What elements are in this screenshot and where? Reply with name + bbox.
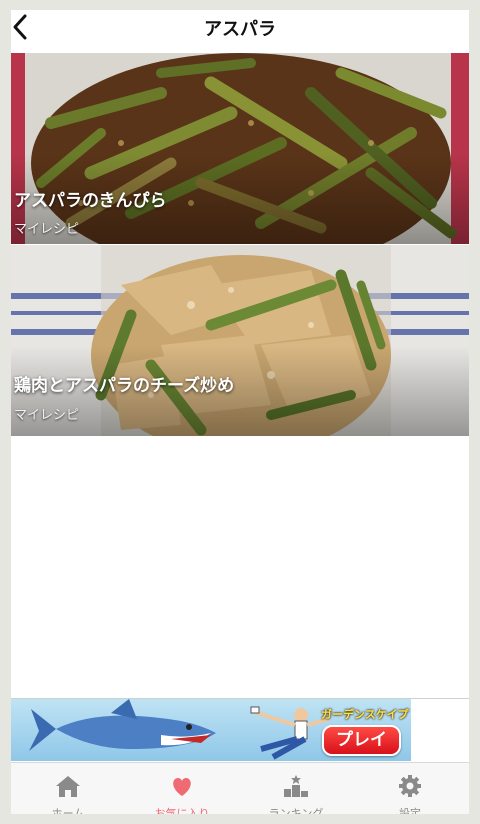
tab-label: お気に入り [154, 807, 210, 814]
tab-ranking[interactable]: ランキング [239, 763, 353, 814]
tab-settings[interactable]: 設定 [353, 763, 467, 814]
tab-home[interactable]: ホーム [11, 763, 125, 814]
ad-game-title: ガーデンスケイプ [321, 708, 409, 721]
tab-label: 設定 [399, 807, 421, 814]
ad-play-button[interactable]: プレイ [322, 725, 401, 756]
bottom-tab-bar: ホーム お気に入り ランキング 設定 [11, 762, 469, 814]
gear-icon [399, 775, 421, 797]
tab-label: ホーム [51, 807, 85, 814]
home-icon [56, 776, 80, 797]
tab-label: ランキング [268, 807, 324, 814]
tab-favorites[interactable]: お気に入り [125, 763, 239, 814]
header-bar: アスパラ [11, 10, 469, 52]
ad-banner[interactable]: ガーデンスケイプ プレイ [11, 698, 469, 761]
recipe-category: マイレシピ [14, 222, 80, 237]
app-screen: アスパラ アスパラのきんぴら マイレシピ 鶏肉とアスパラのチーズ炒め マイレシピ… [11, 10, 469, 814]
ranking-icon [284, 775, 308, 797]
recipe-title: アスパラのきんぴら [14, 191, 167, 211]
recipe-card[interactable]: 鶏肉とアスパラのチーズ炒め マイレシピ [11, 245, 469, 436]
heart-icon [173, 778, 191, 796]
recipe-category: マイレシピ [14, 408, 80, 423]
page-title: アスパラ [204, 19, 276, 40]
recipe-title: 鶏肉とアスパラのチーズ炒め [14, 376, 235, 396]
recipe-card[interactable]: アスパラのきんぴら マイレシピ [11, 53, 469, 244]
